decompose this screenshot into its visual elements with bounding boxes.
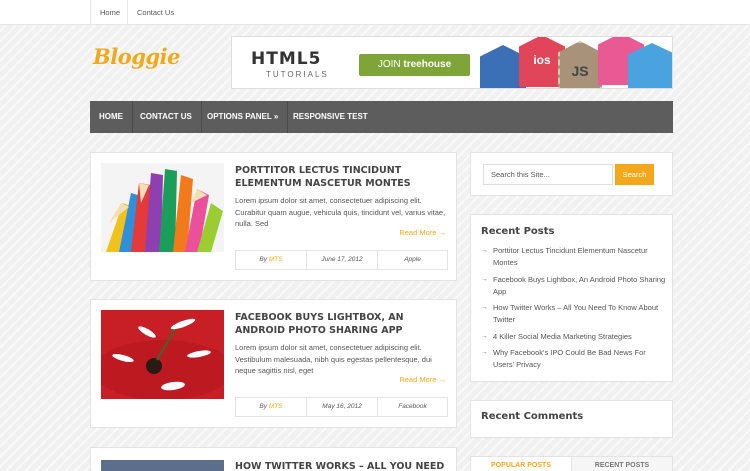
top-link-contact[interactable]: Contact Us xyxy=(127,0,183,25)
recent-posts-title: Recent Posts xyxy=(481,226,555,237)
recent-post-link[interactable]: Facebook Buys Lightbox, An Android Photo… xyxy=(493,275,665,296)
join-brand: treehouse xyxy=(403,59,452,70)
post-thumbnail-flower[interactable] xyxy=(101,310,224,399)
arrow-icon: → xyxy=(481,349,488,356)
search-button[interactable]: Search xyxy=(615,164,654,185)
recent-post-item[interactable]: → Porttitor Lectus Tincidunt Elementum Na… xyxy=(481,245,666,269)
recent-posts-widget: Recent Posts → Porttitor Lectus Tincidunt… xyxy=(470,214,673,382)
post-meta: By MTS June 17, 2012 Apple xyxy=(235,250,448,270)
post-title[interactable]: HOW TWITTER WORKS – ALL YOU NEED TO xyxy=(235,460,447,471)
post-author: By MTS xyxy=(236,398,307,416)
post-title[interactable]: FACEBOOK BUYS LIGHTBOX, AN ANDROID PHOTO… xyxy=(235,311,447,337)
js-badge: JS xyxy=(571,63,589,79)
recent-post-item[interactable]: → Facebook Buys Lightbox, An Android Phot… xyxy=(481,274,666,298)
read-more-link[interactable]: Read More → xyxy=(399,375,446,384)
recent-post-link[interactable]: How Twitter Works – All You Need To Know… xyxy=(493,303,658,324)
post-card: PORTTITOR LECTUS TINCIDUNT ELEMENTUM NAS… xyxy=(90,152,457,281)
top-bar: Home Contact Us xyxy=(0,0,750,25)
tab-recent-posts[interactable]: RECENT POSTS xyxy=(572,457,672,471)
top-link-home[interactable]: Home xyxy=(90,0,129,25)
banner-headline: HTML5 xyxy=(251,49,322,69)
arrow-icon: → xyxy=(481,247,488,254)
by-label: By xyxy=(259,256,268,263)
post-card: FACEBOOK BUYS LIGHTBOX, AN ANDROID PHOTO… xyxy=(90,299,457,428)
join-label: JOIN xyxy=(377,59,401,70)
arrow-icon: → xyxy=(481,275,488,283)
post-date: June 17, 2012 xyxy=(307,251,378,269)
read-more-link[interactable]: Read More → xyxy=(399,228,446,237)
join-button[interactable]: JOIN treehouse xyxy=(359,54,470,76)
recent-post-item[interactable]: → Why Facebook's IPO Could Be Bad News Fo… xyxy=(481,347,666,371)
search-widget: Search this Site... Search xyxy=(470,152,673,196)
post-excerpt: Lorem ipsum dolor sit amet, consectetuer… xyxy=(235,196,446,228)
post-meta: By MTS May 16, 2012 Facebook xyxy=(235,397,448,417)
main-nav: HOME CONTACT US OPTIONS PANEL » RESPONSI… xyxy=(90,101,673,133)
recent-comments-widget: Recent Comments xyxy=(470,400,673,438)
post-thumbnail-pencils[interactable] xyxy=(101,163,224,252)
author-link[interactable]: MTS xyxy=(269,256,283,263)
banner-ad[interactable]: HTML5 TUTORIALS JOIN treehouse ios JS xyxy=(231,36,673,89)
recent-post-link[interactable]: Why Facebook's IPO Could Be Bad News For… xyxy=(493,348,646,369)
recent-post-link[interactable]: Porttitor Lectus Tincidunt Elementum Nas… xyxy=(493,246,648,267)
recent-post-link[interactable]: 4 Killer Social Media Marketing Strategi… xyxy=(493,332,632,341)
post-thumbnail-storm[interactable] xyxy=(101,460,224,471)
nav-home[interactable]: HOME xyxy=(90,101,133,133)
author-link[interactable]: MTS xyxy=(269,403,283,410)
nav-responsive-test[interactable]: RESPONSIVE TEST xyxy=(284,101,377,133)
recent-posts-list: → Porttitor Lectus Tincidunt Elementum Na… xyxy=(481,245,666,376)
nav-options-panel[interactable]: OPTIONS PANEL » xyxy=(198,101,289,133)
site-logo[interactable]: Bloggie xyxy=(93,44,180,69)
post-card: HOW TWITTER WORKS – ALL YOU NEED TO xyxy=(90,447,457,471)
recent-comments-title: Recent Comments xyxy=(481,411,584,422)
by-label: By xyxy=(259,403,268,410)
banner-subline: TUTORIALS xyxy=(266,70,329,79)
tab-popular-posts[interactable]: POPULAR POSTS xyxy=(471,457,572,471)
recent-post-item[interactable]: → How Twitter Works – All You Need To Kno… xyxy=(481,302,666,326)
post-author: By MTS xyxy=(236,251,307,269)
posts-tabs-widget: POPULAR POSTS RECENT POSTS xyxy=(470,456,673,471)
recent-post-item[interactable]: → 4 Killer Social Media Marketing Strateg… xyxy=(481,331,666,343)
post-category[interactable]: Facebook xyxy=(378,398,447,416)
search-input[interactable]: Search this Site... xyxy=(483,164,613,185)
post-date: May 16, 2012 xyxy=(307,398,378,416)
arrow-icon: → xyxy=(481,304,488,311)
post-category[interactable]: Apple xyxy=(378,251,447,269)
post-title[interactable]: PORTTITOR LECTUS TINCIDUNT ELEMENTUM NAS… xyxy=(235,164,447,190)
nav-contact-us[interactable]: CONTACT US xyxy=(131,101,202,133)
post-excerpt: Lorem ipsum dolor sit amet, consectetuer… xyxy=(235,343,432,375)
arrow-icon: → xyxy=(481,332,488,340)
